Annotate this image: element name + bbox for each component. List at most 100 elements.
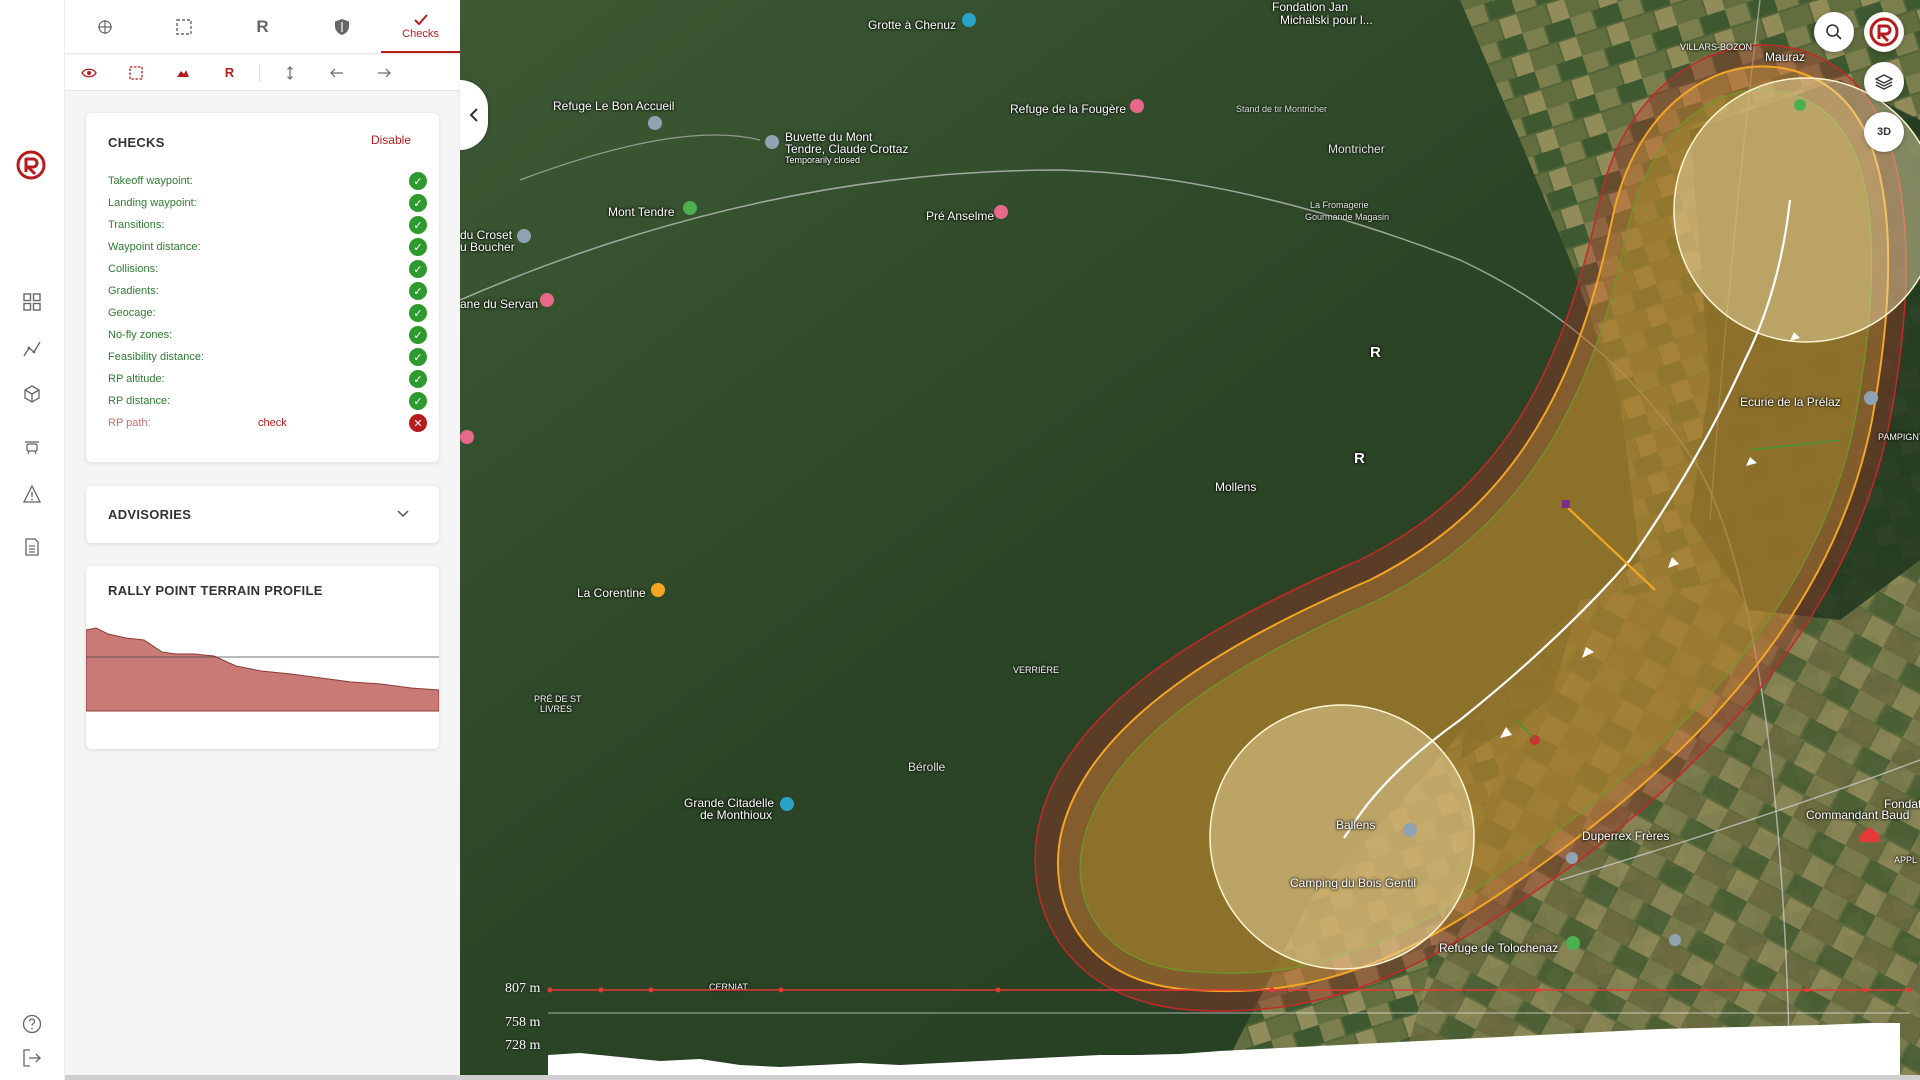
map-3d-toggle[interactable]: 3D	[1864, 112, 1904, 152]
elevation-label-mid: 758 m	[505, 1015, 541, 1030]
elevation-label-low: 728 m	[505, 1038, 541, 1053]
check-row: Collisions: ✓	[108, 259, 428, 279]
map-label: Grotte à Chenuz	[868, 18, 957, 32]
rally-point-marker[interactable]: R	[1370, 344, 1381, 361]
dashboard-icon[interactable]	[20, 290, 44, 314]
check-pass-icon: ✓	[409, 282, 427, 300]
check-row: Landing waypoint: ✓	[108, 193, 428, 213]
search-icon	[1826, 24, 1842, 40]
tab-checks[interactable]: Checks	[381, 0, 460, 53]
map-label: APPL	[1894, 855, 1918, 865]
warning-icon[interactable]	[20, 482, 44, 506]
map-label: Refuge de la Fougère	[1010, 102, 1127, 116]
check-fail-icon: ✕	[409, 414, 427, 432]
map-label: Refuge Le Bon Accueil	[553, 99, 675, 113]
chevron-down-icon[interactable]	[395, 505, 411, 521]
map-label: Ecurie de la Prélaz	[1740, 395, 1841, 409]
map-label: Stand de tir Montricher	[1236, 104, 1328, 114]
arrow-left-icon	[329, 68, 343, 77]
eye-icon	[80, 68, 97, 77]
check-label: Geocage:	[108, 307, 156, 319]
sub-toolbar: R	[65, 55, 460, 91]
map-label: Mont Tendre	[608, 205, 675, 219]
map-label: Temporarily closed	[785, 155, 861, 165]
brand-logo-icon	[1869, 17, 1899, 47]
check-pass-icon: ✓	[409, 326, 427, 344]
check-label: Takeoff waypoint:	[108, 175, 193, 187]
map-label: Tendre, Claude Crottaz	[785, 142, 909, 156]
satellite-map	[460, 0, 1920, 1075]
map-label: Bérolle	[908, 760, 946, 774]
check-label: Landing waypoint:	[108, 197, 197, 209]
map-label: VERRIÈRE	[1013, 665, 1060, 675]
check-label: Collisions:	[108, 263, 159, 275]
map-label: PRÉ DE ST	[534, 694, 582, 704]
map-label: La Fromagerie	[1310, 200, 1369, 210]
check-row: RP distance: ✓	[108, 391, 428, 411]
map-label: Commandant Baud	[1806, 808, 1910, 822]
check-label: Waypoint distance:	[108, 241, 201, 253]
logout-icon[interactable]	[20, 1046, 44, 1070]
check-row: Takeoff waypoint: ✓	[108, 171, 428, 191]
check-pass-icon: ✓	[409, 194, 427, 212]
redo-button[interactable]	[360, 55, 407, 91]
check-row: RP altitude: ✓	[108, 369, 428, 389]
crosshair-icon	[97, 19, 112, 34]
undo-button[interactable]	[313, 55, 360, 91]
help-icon[interactable]	[20, 1012, 44, 1036]
map-layers-button[interactable]	[1864, 62, 1904, 102]
rally-point-button[interactable]: R	[206, 55, 253, 91]
flight-path-icon[interactable]	[20, 337, 44, 361]
map-label: Pré Anselme	[926, 209, 995, 223]
brand-badge	[1864, 12, 1904, 52]
check-pass-icon: ✓	[409, 348, 427, 366]
rally-point-label: R	[224, 65, 235, 80]
vertical-resize-button[interactable]	[266, 55, 313, 91]
map-label: La Corentine	[577, 586, 646, 600]
check-pass-icon: ✓	[409, 238, 427, 256]
check-link[interactable]: check	[258, 417, 287, 429]
map-label: Fondation Jan	[1272, 0, 1349, 14]
drone-icon[interactable]	[20, 435, 44, 459]
chevron-left-icon	[469, 108, 478, 122]
check-label: No-fly zones:	[108, 329, 173, 341]
app-root: R Checks R CHECKS Disable Takeoff waypoi…	[0, 0, 1920, 1080]
tab-geocage[interactable]	[302, 0, 381, 53]
checks-title: CHECKS	[108, 135, 165, 150]
map-label: Camping du Bois Gentil	[1290, 876, 1417, 890]
document-icon[interactable]	[20, 535, 44, 559]
check-pass-icon: ✓	[409, 304, 427, 322]
check-pass-icon: ✓	[409, 370, 427, 388]
check-label: RP altitude:	[108, 373, 165, 385]
visibility-button[interactable]	[65, 55, 112, 91]
check-label: Transitions:	[108, 219, 165, 231]
map-label: Mollens	[1215, 480, 1257, 494]
elevation-profile-graph	[547, 987, 1912, 1075]
selection-icon	[175, 18, 192, 35]
advisories-card[interactable]: ADVISORIES	[86, 486, 439, 543]
map-search-button[interactable]	[1814, 12, 1854, 52]
check-row: No-fly zones: ✓	[108, 325, 428, 345]
map-label: Michalski pour l...	[1280, 13, 1373, 27]
cube-icon[interactable]	[20, 382, 44, 406]
tab-crosshair[interactable]	[65, 0, 144, 53]
bottom-scrollbar[interactable]	[65, 1075, 1920, 1080]
check-pass-icon: ✓	[409, 392, 427, 410]
terrain-button[interactable]	[159, 55, 206, 91]
select-area-button[interactable]	[112, 55, 159, 91]
advisories-title: ADVISORIES	[108, 507, 192, 522]
check-label: RP distance:	[108, 395, 171, 407]
tab-selection[interactable]	[144, 0, 223, 53]
selection-icon	[128, 65, 143, 80]
rally-point-marker[interactable]: R	[1354, 450, 1365, 467]
terrain-profile-area	[86, 627, 439, 712]
disable-checks-button[interactable]: Disable	[371, 133, 411, 147]
map-label: VILLARS-BOZON	[1680, 42, 1753, 52]
map-view[interactable]: Grotte à Chenuz Fondation Jan Michalski …	[460, 0, 1920, 1075]
check-pass-icon: ✓	[409, 172, 427, 190]
tab-rally-points[interactable]: R	[223, 0, 302, 53]
elevation-label-top: 807 m	[505, 981, 541, 996]
terrain-icon	[176, 69, 189, 77]
map-label: LIVRES	[540, 704, 573, 714]
check-icon	[413, 13, 428, 25]
